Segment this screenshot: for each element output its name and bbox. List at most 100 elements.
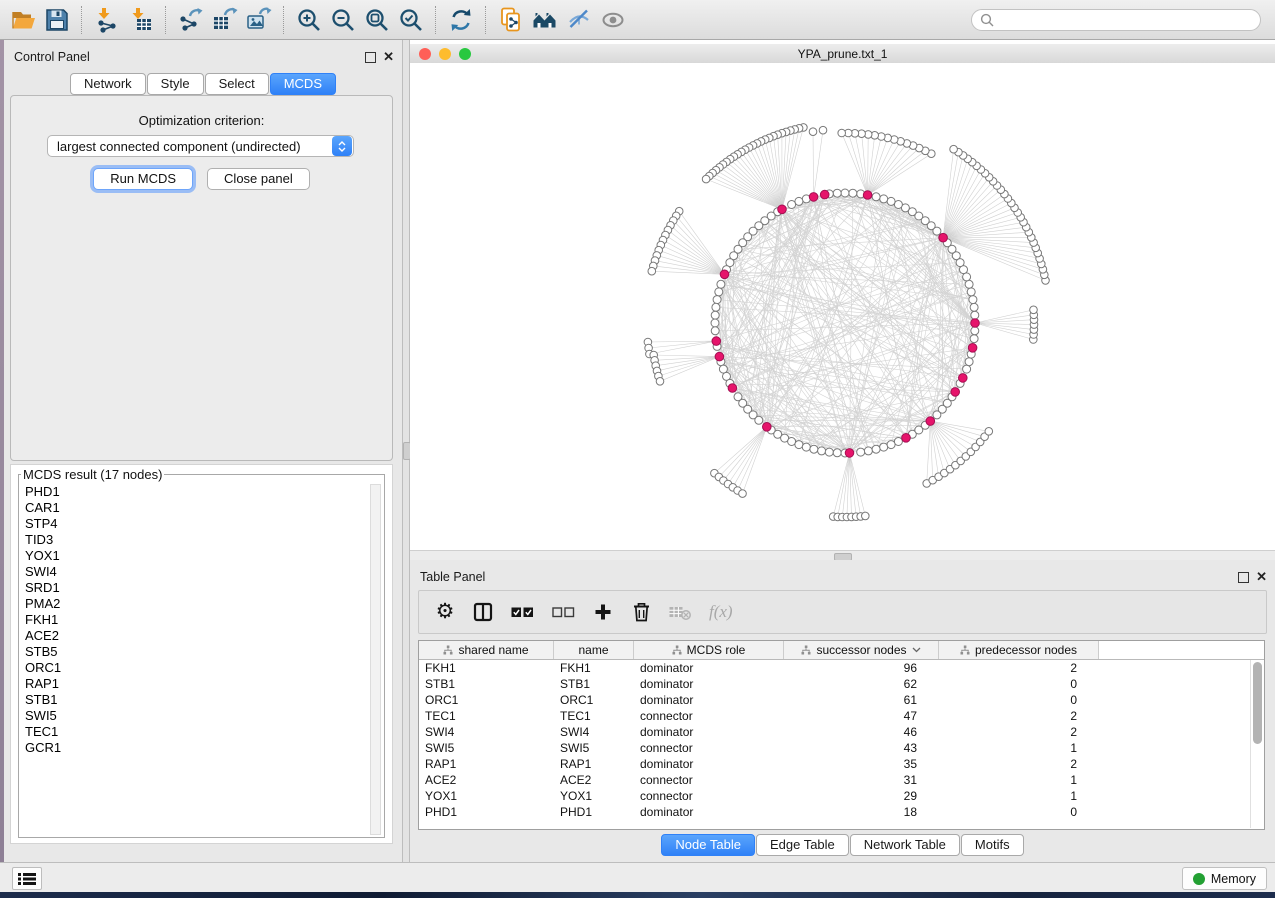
mcds-result-item[interactable]: SWI5 xyxy=(25,708,364,724)
select-all-rows-icon[interactable] xyxy=(511,606,534,618)
table-panel-header: Table Panel ✕ xyxy=(420,568,1267,586)
panel-splitter-vertical[interactable] xyxy=(402,40,410,862)
save-session-icon[interactable] xyxy=(40,4,74,36)
zoom-out-icon[interactable] xyxy=(326,4,360,36)
delete-column-icon[interactable] xyxy=(631,602,651,622)
import-table-icon[interactable] xyxy=(124,4,158,36)
mcds-result-item[interactable]: ORC1 xyxy=(25,660,364,676)
duplicate-network-icon[interactable] xyxy=(494,4,528,36)
column-header-name[interactable]: name xyxy=(554,641,634,659)
column-header-shared-name[interactable]: shared name xyxy=(419,641,554,659)
table-settings-gear-icon[interactable]: ⚙ xyxy=(435,602,455,622)
export-network-icon[interactable] xyxy=(174,4,208,36)
network-hub-node xyxy=(959,374,968,383)
network-view-window: YPA_prune.txt_1 xyxy=(410,40,1275,560)
mcds-result-item[interactable]: CAR1 xyxy=(25,500,364,516)
close-panel-icon[interactable]: ✕ xyxy=(383,52,394,62)
network-hub-node xyxy=(939,233,948,242)
zoom-selected-icon[interactable] xyxy=(394,4,428,36)
hide-selected-icon[interactable] xyxy=(562,4,596,36)
table-scrollbar[interactable] xyxy=(1250,660,1264,828)
column-header-MCDS-role[interactable]: MCDS role xyxy=(634,641,784,659)
open-session-icon[interactable] xyxy=(6,4,40,36)
network-hub-node xyxy=(715,352,724,361)
mcds-result-item[interactable]: GCR1 xyxy=(25,740,364,756)
table-row[interactable]: ORC1ORC1dominator610 xyxy=(419,692,1264,708)
mcds-list-scrollbar[interactable] xyxy=(370,484,381,835)
network-hub-node xyxy=(763,423,772,432)
mcds-result-item[interactable]: TEC1 xyxy=(25,724,364,740)
mcds-result-item[interactable]: SRD1 xyxy=(25,580,364,596)
close-panel-icon[interactable]: ✕ xyxy=(1256,572,1267,582)
tab-node-table[interactable]: Node Table xyxy=(661,834,755,856)
float-panel-icon[interactable] xyxy=(365,52,376,63)
table-row[interactable]: STB1STB1dominator620 xyxy=(419,676,1264,692)
table-scrollbar-thumb[interactable] xyxy=(1253,662,1262,744)
zoom-fit-icon[interactable] xyxy=(360,4,394,36)
mcds-result-item[interactable]: ACE2 xyxy=(25,628,364,644)
mcds-result-item[interactable]: STB5 xyxy=(25,644,364,660)
mcds-result-item[interactable]: STP4 xyxy=(25,516,364,532)
mcds-result-item[interactable]: PHD1 xyxy=(25,484,364,500)
table-row[interactable]: FKH1FKH1dominator962 xyxy=(419,660,1264,676)
show-hidden-eye-icon[interactable] xyxy=(596,4,630,36)
tab-edge-table[interactable]: Edge Table xyxy=(756,834,849,856)
network-canvas[interactable] xyxy=(410,63,1275,550)
main-toolbar xyxy=(0,0,1275,40)
run-mcds-button[interactable]: Run MCDS xyxy=(93,168,193,190)
deselect-all-rows-icon[interactable] xyxy=(552,606,575,618)
criterion-dropdown-value: largest connected component (undirected) xyxy=(48,139,332,154)
add-column-icon[interactable] xyxy=(593,603,613,621)
status-bar: Memory xyxy=(0,862,1275,892)
tab-motifs[interactable]: Motifs xyxy=(961,834,1024,856)
node-table: shared namenameMCDS rolesuccessor nodes p… xyxy=(418,640,1265,830)
cell-shared-name: TEC1 xyxy=(419,709,554,723)
toolbar-separator xyxy=(485,6,487,34)
export-table-icon[interactable] xyxy=(208,4,242,36)
close-panel-button[interactable]: Close panel xyxy=(207,168,310,190)
search-input[interactable] xyxy=(999,12,1252,28)
table-row[interactable]: SWI5SWI5connector431 xyxy=(419,740,1264,756)
show-columns-icon[interactable] xyxy=(473,602,493,622)
table-row[interactable]: PHD1PHD1dominator180 xyxy=(419,804,1264,820)
tab-network[interactable]: Network xyxy=(70,73,146,95)
cell-successor-nodes: 31 xyxy=(784,773,939,787)
mcds-result-item[interactable]: PMA2 xyxy=(25,596,364,612)
import-network-icon[interactable] xyxy=(90,4,124,36)
zoom-in-icon[interactable] xyxy=(292,4,326,36)
tab-style[interactable]: Style xyxy=(147,73,204,95)
attribute-icon xyxy=(443,645,453,655)
cell-name: PHD1 xyxy=(554,805,634,819)
optimization-criterion-label: Optimization criterion: xyxy=(11,113,392,128)
table-row[interactable]: TEC1TEC1connector472 xyxy=(419,708,1264,724)
delete-table-icon-disabled xyxy=(669,604,691,620)
tab-mcds[interactable]: MCDS xyxy=(270,73,336,95)
column-label: predecessor nodes xyxy=(975,643,1077,657)
table-row[interactable]: RAP1RAP1dominator352 xyxy=(419,756,1264,772)
tab-network-table[interactable]: Network Table xyxy=(850,834,960,856)
criterion-dropdown[interactable]: largest connected component (undirected) xyxy=(47,135,354,157)
cell-successor-nodes: 18 xyxy=(784,805,939,819)
mcds-result-item[interactable]: FKH1 xyxy=(25,612,364,628)
mcds-result-item[interactable]: YOX1 xyxy=(25,548,364,564)
table-row[interactable]: ACE2ACE2connector311 xyxy=(419,772,1264,788)
mcds-result-item[interactable]: RAP1 xyxy=(25,676,364,692)
show-all-houses-icon[interactable] xyxy=(528,4,562,36)
show-panel-list-button[interactable] xyxy=(12,867,42,890)
table-row[interactable]: SWI4SWI4dominator462 xyxy=(419,724,1264,740)
cell-shared-name: PHD1 xyxy=(419,805,554,819)
column-header-successor-nodes[interactable]: successor nodes xyxy=(784,641,939,659)
refresh-view-icon[interactable] xyxy=(444,4,478,36)
mcds-result-item[interactable]: STB1 xyxy=(25,692,364,708)
table-row[interactable]: YOX1YOX1connector291 xyxy=(419,788,1264,804)
mcds-result-item[interactable]: TID3 xyxy=(25,532,364,548)
export-image-icon[interactable] xyxy=(242,4,276,36)
column-header-predecessor-nodes[interactable]: predecessor nodes xyxy=(939,641,1099,659)
float-panel-icon[interactable] xyxy=(1238,572,1249,583)
cell-shared-name: ACE2 xyxy=(419,773,554,787)
mcds-result-item[interactable]: SWI4 xyxy=(25,564,364,580)
memory-button[interactable]: Memory xyxy=(1182,867,1267,890)
tab-select[interactable]: Select xyxy=(205,73,269,95)
table-panel: Table Panel ✕ ⚙ f(x) shared namenameMCDS… xyxy=(410,560,1275,862)
search-field[interactable] xyxy=(971,9,1261,31)
